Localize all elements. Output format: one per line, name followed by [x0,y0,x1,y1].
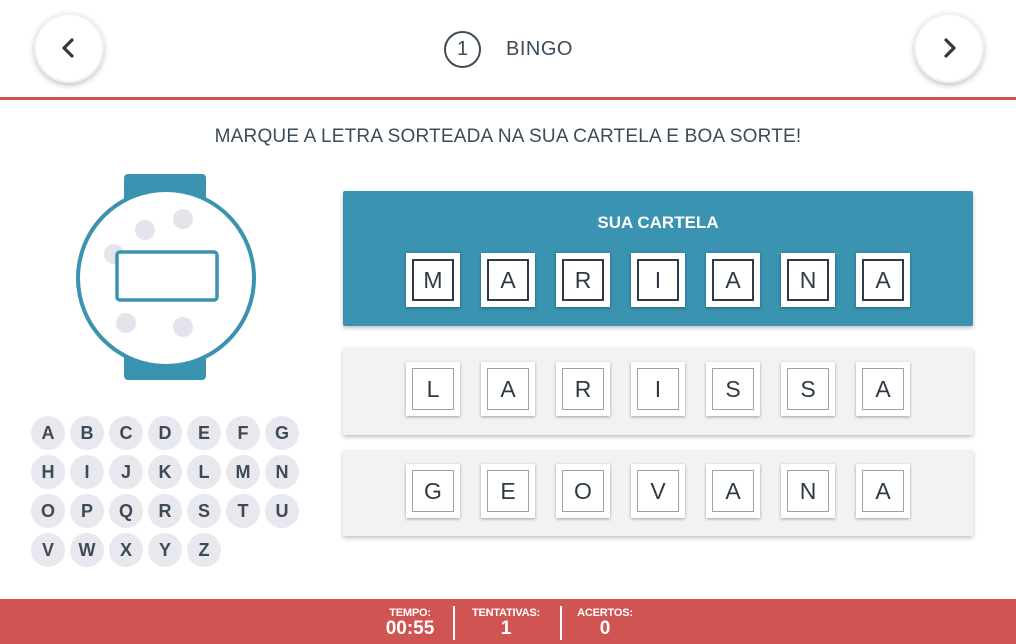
letter-tile[interactable]: I [631,362,685,416]
card-title: SUA CARTELA [597,213,719,232]
chevron-left-icon [62,38,74,58]
hits-value: 0 [599,618,611,639]
header: 1 BINGO [0,0,1016,100]
letter-tile[interactable]: I [631,253,685,307]
card-player: SUA CARTELA MARIANA [343,191,973,326]
letter-tile-label: G [412,470,454,512]
letter-tile[interactable]: M [406,253,460,307]
letter-button-u[interactable]: U [265,494,299,528]
letter-button-v[interactable]: V [31,533,65,567]
letter-button-l[interactable]: L [187,455,221,489]
stat-time: TEMPO: 00:55 [378,599,442,644]
letter-tile-label: E [487,470,529,512]
header-divider [0,97,1016,100]
letter-tile-label: M [412,259,454,301]
letter-button-x[interactable]: X [109,533,143,567]
letter-tile-label: A [712,470,754,512]
letter-tile-label: V [637,470,679,512]
letter-tile[interactable]: S [781,362,835,416]
letter-tile-label: I [637,259,679,301]
letter-tile-label: I [637,368,679,410]
stat-attempts: TENTATIVAS: 1 [466,599,546,644]
letter-tile-label: N [787,470,829,512]
letter-button-h[interactable]: H [31,455,65,489]
letter-button-o[interactable]: O [31,494,65,528]
letter-button-j[interactable]: J [109,455,143,489]
letter-button-g[interactable]: G [265,416,299,450]
letter-button-k[interactable]: K [148,455,182,489]
footer-divider [560,606,562,640]
letter-button-s[interactable]: S [187,494,221,528]
card-opponent-1: LARISSA [343,348,973,435]
letter-button-q[interactable]: Q [109,494,143,528]
letter-tile[interactable]: O [556,464,610,518]
page-title: BINGO [506,37,573,60]
letter-tile-label: A [712,259,754,301]
letter-tile-label: R [562,368,604,410]
letter-tile[interactable]: V [631,464,685,518]
letter-tile-label: O [562,470,604,512]
letter-tile[interactable]: A [481,253,535,307]
letter-tile-label: A [862,259,904,301]
letter-button-w[interactable]: W [70,533,104,567]
next-button[interactable] [914,13,984,83]
letter-tile[interactable]: R [556,362,610,416]
level-badge: 1 [444,30,481,68]
letter-tile[interactable]: A [706,464,760,518]
letter-tile-label: A [862,368,904,410]
letter-tile-label: S [787,368,829,410]
letter-tile-label: L [412,368,454,410]
letter-button-n[interactable]: N [265,455,299,489]
time-value: 00:55 [385,618,435,639]
card-opponent-2: GEOVANA [343,450,973,536]
letter-tile[interactable]: N [781,464,835,518]
letter-tile-label: N [787,259,829,301]
letter-tile[interactable]: S [706,362,760,416]
letter-button-y[interactable]: Y [148,533,182,567]
letter-button-i[interactable]: I [70,455,104,489]
title-group: 1 BINGO [444,30,573,68]
letter-tile[interactable]: N [781,253,835,307]
letter-tile[interactable]: A [856,253,910,307]
instruction-text: MARQUE A LETRA SORTEADA NA SUA CARTELA E… [214,126,802,147]
letter-button-m[interactable]: M [226,455,260,489]
letter-button-e[interactable]: E [187,416,221,450]
drawing-machine [72,172,262,384]
letter-tile[interactable]: G [406,464,460,518]
footer-stats: TEMPO: 00:55 TENTATIVAS: 1 ACERTOS: 0 [0,599,1016,644]
letter-tile-label: A [487,368,529,410]
letter-button-b[interactable]: B [70,416,104,450]
footer-divider [453,606,455,640]
letter-button-t[interactable]: T [226,494,260,528]
letter-button-r[interactable]: R [148,494,182,528]
letter-tile[interactable]: R [556,253,610,307]
letter-button-d[interactable]: D [148,416,182,450]
letter-tile[interactable]: A [856,464,910,518]
chevron-right-icon [944,38,956,58]
letter-tile-label: S [712,368,754,410]
letter-tile[interactable]: E [481,464,535,518]
letter-button-f[interactable]: F [226,416,260,450]
previous-button[interactable] [34,13,104,83]
stat-hits: ACERTOS: 0 [574,599,636,644]
letter-tile-label: A [862,470,904,512]
letter-tile[interactable]: A [481,362,535,416]
letter-button-p[interactable]: P [70,494,104,528]
letter-tile[interactable]: A [856,362,910,416]
letter-tile[interactable]: L [406,362,460,416]
drawing-machine-icon [76,174,256,380]
attempts-value: 1 [500,618,512,639]
letter-button-c[interactable]: C [109,416,143,450]
letter-tile-label: A [487,259,529,301]
letter-tile[interactable]: A [706,253,760,307]
letter-button-z[interactable]: Z [187,533,221,567]
letter-tile-label: R [562,259,604,301]
letter-button-a[interactable]: A [31,416,65,450]
